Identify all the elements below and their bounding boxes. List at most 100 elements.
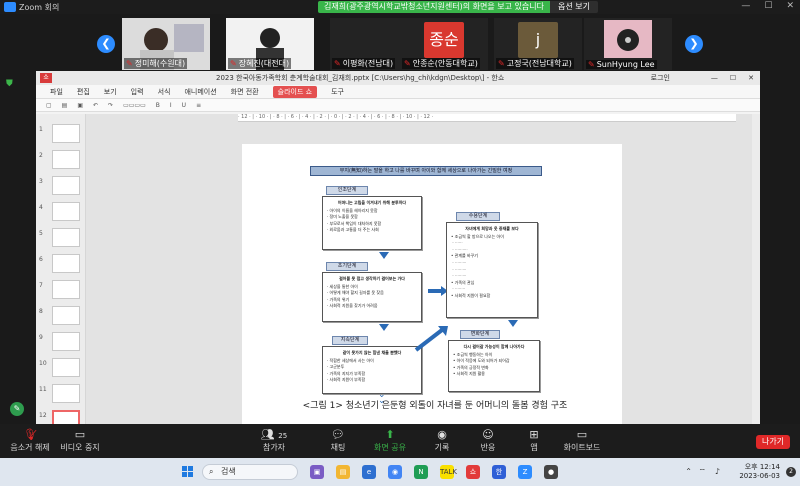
task-view-icon[interactable]: ▣: [310, 465, 324, 479]
hanshow-taskbar-icon[interactable]: 쇼: [466, 465, 480, 479]
horizontal-ruler: · 12 · | · 10 · | · 8 · | · 6 · | · 4 · …: [238, 114, 736, 122]
maximize-icon[interactable]: ☐: [764, 1, 772, 11]
slide-thumbnail[interactable]: [52, 358, 80, 377]
open-icon[interactable]: ▤: [62, 102, 68, 109]
share-screen-button[interactable]: ⬆ 화면 공유: [360, 428, 420, 453]
search-icon: ⌕: [209, 467, 214, 476]
menu-file[interactable]: 파일: [50, 87, 63, 97]
stop-video-button[interactable]: ▭ 비디오 중지: [50, 428, 110, 453]
app-taskbar-icon[interactable]: ●: [544, 465, 558, 479]
maximize-icon[interactable]: ☐: [730, 74, 736, 82]
chat-button[interactable]: 💬︎ 채팅: [308, 428, 368, 453]
stage-box: 자녀에게 희망과 옷 중재를 보다 • 조금씩 할 방으로 나오는 아이 - ·…: [446, 222, 538, 318]
underline-icon[interactable]: U: [182, 102, 186, 109]
menu-edit[interactable]: 편집: [77, 87, 90, 97]
taskbar-search[interactable]: ⌕ 검색: [202, 464, 298, 480]
bold-icon[interactable]: B: [156, 102, 160, 109]
next-page-button[interactable]: ❯: [685, 35, 703, 53]
clock[interactable]: 오후 12:14 2023-06-03: [739, 463, 780, 481]
document-title: 2023 한국아동가족학회 춘계학술대회_김재희.pptx [C:\Users\…: [216, 74, 505, 82]
stage-item: · 고군분투: [327, 364, 345, 370]
slide-thumbnail[interactable]: [52, 306, 80, 325]
muted-mic-icon: ✎: [126, 59, 133, 68]
file-explorer-icon[interactable]: ▤: [336, 465, 350, 479]
slide-thumbnail[interactable]: [52, 384, 80, 403]
hanshow-window: 쇼 2023 한국아동가족학회 춘계학술대회_김재희.pptx [C:\User…: [36, 71, 760, 429]
menu-tools[interactable]: 도구: [331, 87, 344, 97]
menu-animation[interactable]: 애니메이션: [184, 87, 216, 97]
window-controls: — ☐ ✕: [741, 1, 794, 11]
windows-start-icon[interactable]: [182, 466, 194, 478]
participant-tile[interactable]: 종순 ✎ 안종순(안동대학교): [400, 18, 488, 70]
edge-browser-icon[interactable]: e: [362, 465, 376, 479]
tray-expand-icon[interactable]: ⌃: [685, 467, 692, 476]
slide-thumbnail[interactable]: [52, 124, 80, 143]
close-icon[interactable]: ✕: [786, 1, 794, 11]
participant-avatar: j: [518, 22, 558, 58]
arrow-diagonal-icon: [414, 326, 448, 352]
slide-number: 3: [39, 178, 43, 185]
hwp-taskbar-icon[interactable]: 한: [492, 465, 506, 479]
whiteboard-button[interactable]: ▭ 화이트보드: [552, 428, 612, 453]
wifi-icon[interactable]: ⌔: [698, 467, 706, 477]
whiteboard-label: 화이트보드: [563, 443, 601, 452]
annotate-pen-icon[interactable]: ✎: [10, 402, 24, 416]
minimize-icon[interactable]: —: [711, 74, 718, 82]
participant-tile[interactable]: j ✎ 고정국(전남대학교): [494, 18, 582, 70]
align-icon[interactable]: ≡: [196, 102, 201, 109]
slide-thumbnail[interactable]: [52, 254, 80, 273]
slide-thumbnail[interactable]: [52, 332, 80, 351]
participant-tile[interactable]: ✎ SunHyung Lee: [584, 18, 672, 70]
minimize-icon[interactable]: —: [741, 1, 750, 11]
slide-thumbnail[interactable]: [52, 202, 80, 221]
arrow-right-icon: [428, 286, 448, 296]
participant-name: ✎ SunHyung Lee: [586, 60, 657, 69]
leave-button[interactable]: 나가기: [756, 435, 790, 449]
notification-badge[interactable]: 2: [786, 467, 796, 477]
menu-view[interactable]: 보기: [104, 87, 117, 97]
participants-button[interactable]: 👥︎ 25 참가자: [244, 428, 304, 453]
menu-insert[interactable]: 입력: [131, 87, 144, 97]
stage-subitem: - ······ - ··········: [451, 240, 468, 252]
shield-icon: ⛊: [6, 79, 13, 89]
slide-thumbnail[interactable]: [52, 228, 80, 247]
menu-format[interactable]: 서식: [158, 87, 171, 97]
stage-item: • 관계를 바꾸기: [451, 253, 478, 259]
chat-icon: 💬︎: [331, 428, 345, 441]
italic-icon[interactable]: I: [170, 102, 172, 109]
volume-icon[interactable]: ♪: [715, 467, 720, 476]
hanshow-menu-bar: 파일 편집 보기 입력 서식 애니메이션 화면 전환 슬라이드 쇼 도구: [36, 85, 760, 99]
vertical-scrollbar[interactable]: [752, 114, 760, 424]
slide-thumbnail[interactable]: [52, 176, 80, 195]
slide-canvas: · 12 · | · 10 · | · 8 · | · 6 · | · 4 · …: [86, 114, 760, 424]
prev-page-button[interactable]: ❮: [97, 35, 115, 53]
new-icon[interactable]: ▢: [46, 102, 52, 109]
figure-caption: <그림 1> 청소년기 은둔형 외톨이 자녀를 둔 어머니의 돌봄 경험 구조: [302, 401, 568, 411]
redo-icon[interactable]: ↷: [108, 102, 113, 109]
muted-mic-icon: ✎: [334, 59, 341, 68]
login-link[interactable]: 로그인: [651, 73, 670, 83]
slide-thumbnail[interactable]: [52, 150, 80, 169]
participant-tile[interactable]: ✎ 정미해(수원대): [122, 18, 210, 70]
stage-item: • 아이 적응에 도와 되어가 되어감: [453, 358, 510, 364]
participant-tile[interactable]: ✎ 장혜진(대전대): [226, 18, 314, 70]
windows-taskbar: ⌕ 검색 ▣ ▤ e ◉ N TALK 쇼 한 Z ● ⌃ ⌔ ♪ 오후 12:…: [0, 458, 800, 486]
slide-thumbnail[interactable]: [52, 280, 80, 299]
naver-whale-icon[interactable]: N: [414, 465, 428, 479]
kakaotalk-icon[interactable]: TALK: [440, 465, 457, 479]
screen: Zoom 회의 김재희(광주광역시학교밖청소년지원센터)의 화면을 보고 있습니…: [0, 0, 800, 486]
font-select-icon[interactable]: ▭▭▭▭: [123, 102, 146, 109]
menu-transition[interactable]: 화면 전환: [231, 87, 259, 97]
arrow-down-icon: [508, 320, 518, 327]
stage-subitem: - ········· - ········· - ·········: [451, 259, 467, 279]
zoom-title-bar: Zoom 회의 김재희(광주광역시학교밖청소년지원센터)의 화면을 보고 있습니…: [0, 0, 800, 14]
close-icon[interactable]: ✕: [748, 74, 754, 82]
slide-number: 12: [39, 412, 47, 419]
zoom-taskbar-icon[interactable]: Z: [518, 465, 532, 479]
slide-number: 8: [39, 308, 43, 315]
chrome-icon[interactable]: ◉: [388, 465, 402, 479]
view-options-button[interactable]: 옵션 보기: [549, 0, 598, 13]
menu-slideshow[interactable]: 슬라이드 쇼: [272, 85, 318, 98]
save-icon[interactable]: ▣: [77, 102, 83, 109]
undo-icon[interactable]: ↶: [93, 102, 98, 109]
